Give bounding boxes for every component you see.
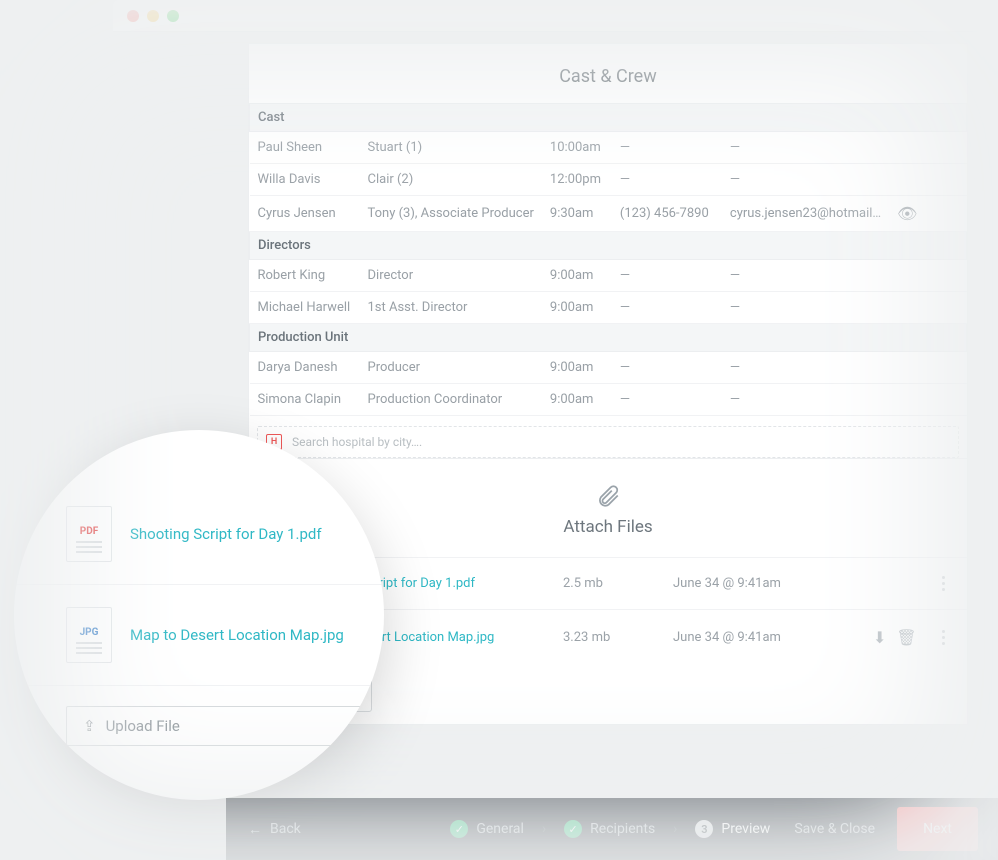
jpg-icon: JPG [66, 607, 112, 663]
next-button[interactable]: Next [897, 807, 978, 851]
table-row[interactable]: Robert KingDirector9:00am—— [250, 260, 967, 292]
more-icon[interactable] [933, 630, 953, 645]
zoom-file-2-name: Map to Desert Location Map.jpg [130, 626, 344, 644]
chevron-right-icon: › [673, 821, 677, 837]
zoom-file-1-name: Shooting Script for Day 1.pdf [130, 525, 322, 543]
download-icon[interactable]: ⬇ [873, 628, 886, 647]
hospital-placeholder: Search hospital by city…. [292, 435, 422, 449]
table-row[interactable]: Darya DaneshProducer9:00am—— [250, 352, 967, 384]
close-icon[interactable] [127, 10, 139, 22]
wizard-step[interactable]: ✓General [450, 820, 524, 838]
cast-crew-panel: Cast & Crew CastPaul SheenStuart (1)10:0… [248, 43, 968, 513]
upload-icon: ⇪ [83, 717, 96, 735]
zoom-file-1[interactable]: PDF Shooting Script for Day 1.pdf [14, 484, 384, 585]
trash-icon[interactable]: 🗑 [896, 628, 916, 647]
table-row[interactable]: Willa DavisClair (2)12:00pm—— [250, 164, 967, 196]
table-row[interactable]: Cyrus JensenTony (3), Associate Producer… [250, 196, 967, 232]
step-number: 3 [695, 820, 713, 838]
save-close-button[interactable]: Save & Close [794, 821, 875, 837]
crew-table: CastPaul SheenStuart (1)10:00am——Willa D… [249, 103, 967, 416]
titlebar [113, 0, 998, 32]
pdf-icon: PDF [66, 506, 112, 562]
more-icon[interactable] [933, 576, 953, 591]
check-icon: ✓ [450, 820, 468, 838]
group-header: Production Unit [250, 324, 967, 352]
check-icon: ✓ [564, 820, 582, 838]
file-size: 2.5 mb [563, 576, 673, 591]
file-date: June 34 @ 9:41am [673, 630, 873, 645]
eye-icon[interactable]: 👁 [897, 204, 917, 223]
minimize-icon[interactable] [147, 10, 159, 22]
table-row[interactable]: Michael Harwell1st Asst. Director9:00am—… [250, 292, 967, 324]
wizard-footer: ← Back ✓General › ✓Recipients › 3Preview Sav… [226, 798, 998, 860]
table-row[interactable]: Paul SheenStuart (1)10:00am—— [250, 132, 967, 164]
section-title: Cast & Crew [249, 44, 967, 103]
wizard-step[interactable]: 3Preview [695, 820, 770, 838]
arrow-left-icon: ← [248, 821, 262, 838]
maximize-icon[interactable] [167, 10, 179, 22]
paperclip-icon [595, 481, 621, 511]
file-date: June 34 @ 9:41am [673, 576, 873, 591]
hospital-search[interactable]: H Search hospital by city…. [257, 426, 959, 458]
table-row[interactable]: Simona ClapinProduction Coordinator9:00a… [250, 384, 967, 416]
file-size: 3.23 mb [563, 630, 673, 645]
zoom-file-2[interactable]: JPG Map to Desert Location Map.jpg [14, 585, 384, 686]
wizard-steps: ✓General › ✓Recipients › 3Preview [450, 820, 770, 838]
wizard-step[interactable]: ✓Recipients [564, 820, 655, 838]
back-button[interactable]: ← Back [248, 821, 301, 838]
zoom-lens: PDF Shooting Script for Day 1.pdf JPG Ma… [14, 430, 384, 800]
group-header: Directors [250, 232, 967, 260]
chevron-right-icon: › [542, 821, 546, 837]
group-header: Cast [250, 104, 967, 132]
